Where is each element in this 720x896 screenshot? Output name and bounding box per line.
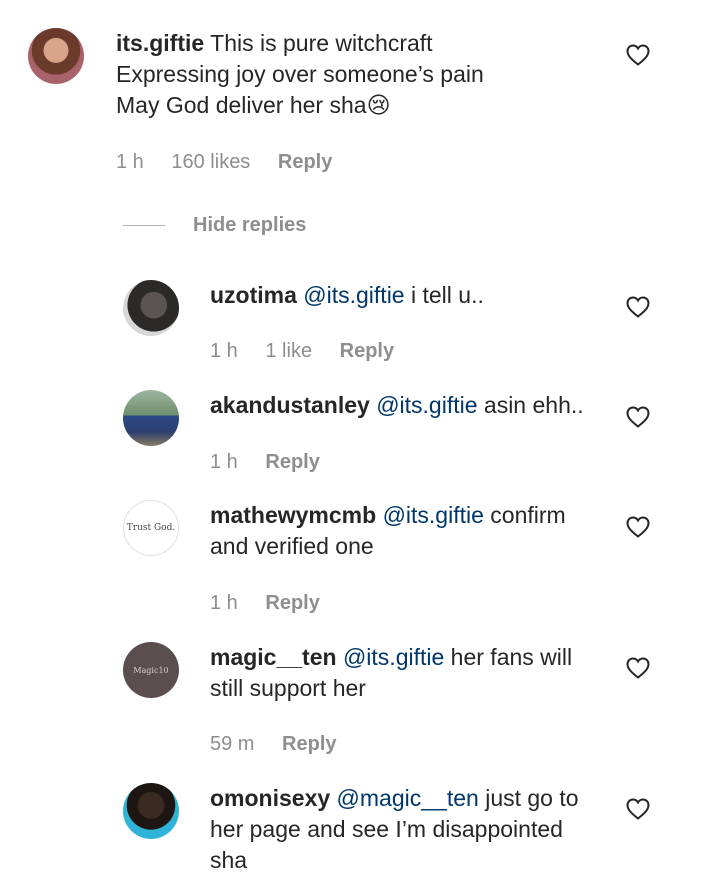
mention-link[interactable]: @its.giftie (383, 502, 484, 528)
username[interactable]: akandustanley (210, 392, 370, 418)
reply-button[interactable]: Reply (265, 592, 319, 614)
heart-icon[interactable] (626, 798, 650, 820)
heart-icon[interactable] (626, 296, 650, 318)
comment-text: magic__ten @its.giftie her fans will sti… (210, 642, 605, 704)
avatar[interactable] (123, 280, 179, 336)
comment-meta: 59 m Reply (210, 733, 359, 756)
comment-meta: 1 h 1 like Reply (210, 340, 416, 363)
comment-body: asin ehh.. (483, 392, 584, 418)
timestamp: 59 m (210, 733, 255, 755)
avatar[interactable] (123, 390, 179, 446)
comment-body: i tell u.. (411, 282, 484, 308)
comment-meta: 1 h 160 likes Reply (116, 151, 354, 174)
hide-replies-label[interactable]: Hide replies (193, 211, 306, 239)
username[interactable]: magic__ten (210, 644, 337, 670)
likes-count[interactable]: 1 like (265, 340, 312, 362)
divider (123, 225, 165, 226)
mention-link[interactable]: @its.giftie (303, 282, 404, 308)
comment-line-3: May God deliver her sha (116, 92, 367, 118)
reply-button[interactable]: Reply (340, 340, 394, 362)
reply-button[interactable]: Reply (265, 451, 319, 473)
username[interactable]: uzotima (210, 282, 297, 308)
comment-text: mathewymcmb @its.giftie confirm and veri… (210, 500, 605, 562)
comment-line-2: Expressing joy over someone’s pain (116, 61, 484, 87)
timestamp: 1 h (116, 151, 144, 173)
comment-text: omonisexy @magic__ten just go to her pag… (210, 783, 605, 876)
avatar-text: Trust God. (126, 523, 176, 533)
avatar[interactable] (28, 28, 84, 84)
mention-link[interactable]: @magic__ten (337, 785, 479, 811)
username[interactable]: omonisexy (210, 785, 330, 811)
comment-text: uzotima @its.giftie i tell u.. (210, 280, 610, 311)
mention-link[interactable]: @its.giftie (376, 392, 477, 418)
crying-emoji: 😢 (366, 92, 391, 118)
hide-replies-button[interactable]: Hide replies (123, 211, 423, 241)
comment-text: akandustanley @its.giftie asin ehh.. (210, 390, 620, 421)
heart-icon[interactable] (626, 406, 650, 428)
heart-icon[interactable] (626, 44, 650, 66)
comment-meta: 1 h Reply (210, 592, 342, 615)
avatar[interactable]: Trust God. (123, 500, 179, 556)
mention-link[interactable]: @its.giftie (343, 644, 444, 670)
avatar[interactable]: Magic10 (123, 642, 179, 698)
username[interactable]: mathewymcmb (210, 502, 376, 528)
timestamp: 1 h (210, 340, 238, 362)
comment-line-1: This is pure witchcraft (210, 30, 433, 56)
avatar[interactable] (123, 783, 179, 839)
comment-text: its.giftie This is pure witchcraft Expre… (116, 28, 606, 121)
comment-meta: 1 h Reply (210, 451, 342, 474)
likes-count[interactable]: 160 likes (171, 151, 250, 173)
heart-icon[interactable] (626, 516, 650, 538)
timestamp: 1 h (210, 451, 238, 473)
reply-button[interactable]: Reply (278, 151, 332, 173)
timestamp: 1 h (210, 592, 238, 614)
username[interactable]: its.giftie (116, 30, 204, 56)
heart-icon[interactable] (626, 657, 650, 679)
avatar-text: Magic10 (133, 665, 169, 675)
reply-button[interactable]: Reply (282, 733, 336, 755)
